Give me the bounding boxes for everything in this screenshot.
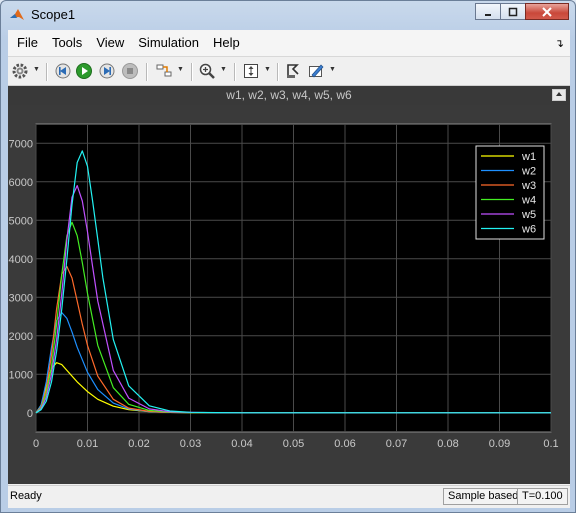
menu-bar: File Tools View Simulation Help ↴	[8, 30, 570, 56]
x-tick-label: 0.02	[128, 438, 149, 450]
legend-label-w2: w2	[521, 166, 536, 178]
x-tick-label: 0.01	[77, 438, 98, 450]
x-tick-label: 0.08	[437, 438, 458, 450]
y-tick-label: 1000	[9, 369, 33, 381]
highlight-dropdown-arrow[interactable]: ▼	[177, 66, 184, 74]
window-title: Scope1	[31, 7, 76, 22]
matlab-icon	[10, 9, 24, 20]
x-tick-label: 0	[33, 438, 39, 450]
y-tick-label: 5000	[9, 215, 33, 227]
style-dropdown-arrow[interactable]: ▼	[329, 66, 336, 74]
legend-label-w3: w3	[521, 180, 536, 192]
step-forward-icon[interactable]	[98, 62, 116, 80]
settings-dropdown-arrow[interactable]: ▼	[33, 66, 40, 74]
zoom-icon[interactable]	[198, 62, 216, 80]
time-indicator: T=0.100	[517, 488, 568, 505]
stop-icon[interactable]	[121, 62, 139, 80]
menu-tools[interactable]: Tools	[45, 30, 89, 56]
zoom-dropdown-arrow[interactable]: ▼	[220, 66, 227, 74]
client-area: File Tools View Simulation Help ↴ ▼ ▼ ▼ …	[8, 30, 570, 508]
style-icon[interactable]	[307, 62, 325, 80]
toolbar-separator	[191, 63, 193, 81]
sample-mode-indicator: Sample based	[443, 488, 524, 505]
x-tick-label: 0.07	[386, 438, 407, 450]
run-icon[interactable]	[75, 62, 93, 80]
x-tick-label: 0.05	[283, 438, 304, 450]
maximize-button[interactable]	[500, 3, 526, 20]
x-tick-label: 0.03	[180, 438, 201, 450]
menu-simulation[interactable]: Simulation	[131, 30, 206, 56]
y-tick-label: 4000	[9, 254, 33, 266]
y-tick-label: 2000	[9, 331, 33, 343]
minimize-icon	[485, 13, 491, 16]
y-tick-label: 0	[27, 408, 33, 420]
scale-dropdown-arrow[interactable]: ▼	[264, 66, 271, 74]
title-bar[interactable]: Scope1	[1, 1, 575, 29]
scale-axes-icon[interactable]	[242, 62, 260, 80]
maximize-icon	[508, 7, 518, 16]
status-bar: Ready Sample based T=0.100	[8, 485, 570, 508]
line-plot[interactable]: 0 0.01 0.02 0.03 0.04 0.05 0.06 0.07 0.08 0.09 0.1…	[8, 86, 570, 484]
x-tick-label: 0.06	[334, 438, 355, 450]
legend-label-w5: w5	[521, 209, 536, 221]
menu-view[interactable]: View	[89, 30, 131, 56]
x-tick-label: 0.1	[543, 438, 558, 450]
minimize-button[interactable]	[475, 3, 501, 20]
y-tick-label: 7000	[9, 138, 33, 150]
x-tick-label: 0.04	[231, 438, 252, 450]
close-icon	[542, 6, 552, 17]
toolbar-separator	[46, 63, 48, 81]
legend-label-w6: w6	[521, 224, 536, 236]
scope-window: Scope1 File Tools View Simulation Help ↴	[0, 0, 576, 513]
y-tick-label: 6000	[9, 177, 33, 189]
highlight-block-icon[interactable]	[155, 62, 173, 80]
legend-label-w1: w1	[521, 151, 536, 163]
menu-help[interactable]: Help	[206, 30, 247, 56]
toolbar-separator	[146, 63, 148, 81]
menu-file[interactable]: File	[10, 30, 45, 56]
scope-display: w1, w2, w3, w4, w5, w6 0 0.01 0.02 0.03 0.04…	[8, 86, 570, 484]
status-text: Ready	[10, 490, 42, 502]
toolbar-separator	[234, 63, 236, 81]
y-tick-label: 3000	[9, 292, 33, 304]
gear-icon[interactable]	[11, 62, 29, 80]
toolbar-separator	[277, 63, 279, 81]
close-button[interactable]	[525, 3, 569, 20]
x-tick-label: 0.09	[489, 438, 510, 450]
step-back-icon[interactable]	[54, 62, 72, 80]
dock-arrow-icon[interactable]: ↴	[555, 37, 564, 50]
toolbar: ▼ ▼ ▼ ▼ ▼	[8, 56, 570, 86]
signal-select-icon[interactable]	[284, 62, 302, 80]
legend-label-w4: w4	[521, 195, 536, 207]
